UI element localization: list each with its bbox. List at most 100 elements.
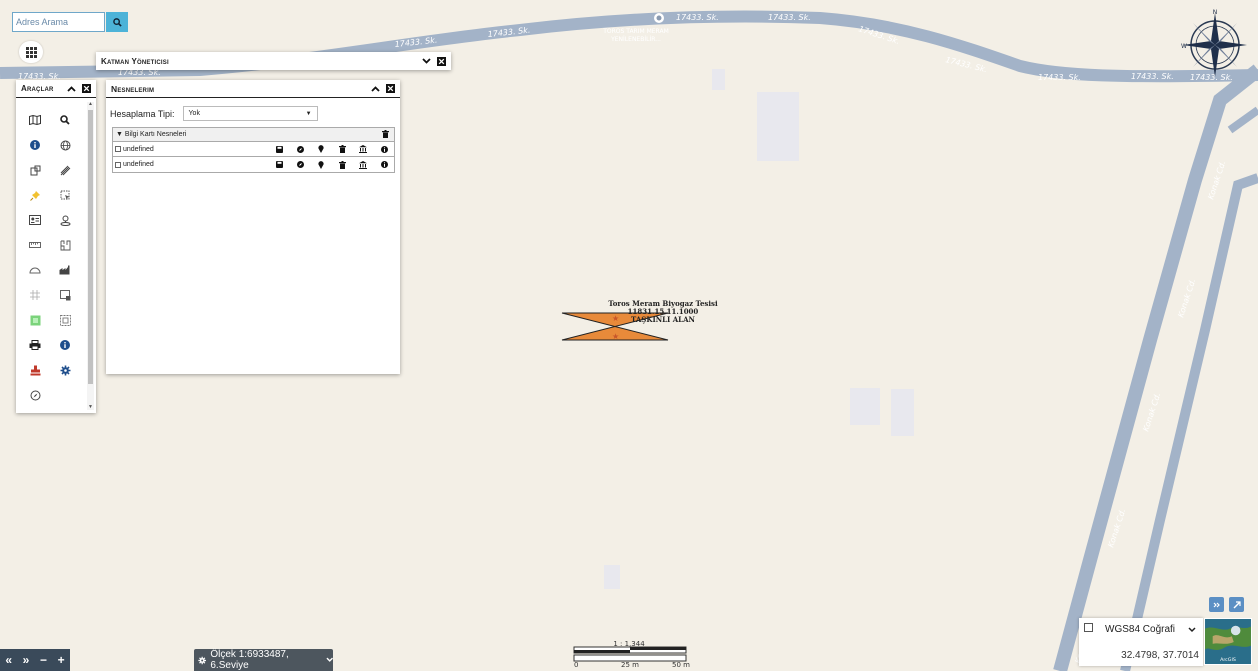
address-search-input[interactable] — [12, 12, 105, 32]
scale-25: 25 m — [621, 661, 639, 669]
cube-icon[interactable] — [24, 164, 46, 176]
chevron-down-icon[interactable] — [422, 57, 431, 66]
scale-level-text: Ölçek 1:6933487, 6.Seviye — [210, 649, 289, 671]
compass-icon[interactable] — [295, 161, 305, 169]
info-card-group-title: ▼ Bilgi Kartı Nesneleri — [116, 131, 187, 138]
nesnelerim-header[interactable]: Nesnelerim — [106, 80, 400, 98]
feature-marker-icon: ★ — [612, 332, 619, 341]
marker-icon[interactable] — [316, 145, 326, 153]
gear-icon — [198, 656, 206, 664]
scale-50: 50 m — [672, 661, 690, 669]
id-card-icon[interactable] — [24, 214, 46, 226]
location-person-icon[interactable] — [54, 214, 76, 226]
tools-title: Araçlar — [21, 84, 54, 93]
pin-icon — [1233, 600, 1241, 608]
half-circle-icon[interactable] — [24, 264, 46, 276]
pin-icon[interactable] — [24, 189, 46, 201]
info-icon[interactable] — [379, 145, 389, 153]
layer-manager-panel: Katman Yöneticisi — [96, 52, 451, 70]
floor-plan-icon[interactable] — [54, 239, 76, 251]
green-square-icon[interactable] — [24, 314, 46, 326]
close-icon[interactable] — [386, 84, 395, 93]
road-label: 17433. Sk. — [768, 13, 811, 22]
info-card-table: ▼ Bilgi Kartı Nesneleri undefined undefi… — [112, 127, 395, 173]
search-icon — [112, 17, 122, 27]
building — [604, 565, 620, 589]
info-icon[interactable] — [24, 139, 46, 151]
tools-scrollbar[interactable]: ▲ ▼ — [87, 102, 94, 410]
compass-icon[interactable] — [24, 389, 46, 401]
chevron-down-icon — [1188, 626, 1196, 632]
compass-n: N — [1213, 9, 1218, 16]
building — [757, 92, 799, 161]
table-row[interactable]: undefined — [113, 157, 394, 172]
layer-select-icon[interactable] — [54, 289, 76, 301]
coord-system-value: WGS84 Coğrafi — [1105, 624, 1176, 635]
calc-type-select[interactable]: Yok ▼ — [182, 106, 318, 121]
expand-button[interactable] — [1209, 597, 1224, 612]
compass-rose-icon[interactable]: N W — [1179, 7, 1251, 79]
building — [850, 388, 880, 425]
delete-icon[interactable] — [382, 129, 389, 140]
scroll-down-icon[interactable]: ▼ — [88, 405, 93, 410]
coord-system-select[interactable]: WGS84 Coğrafi — [1101, 621, 1199, 638]
tools-header[interactable]: Araçlar — [16, 80, 96, 98]
gear-icon[interactable] — [54, 364, 76, 376]
bank-icon[interactable] — [358, 160, 368, 169]
select-icon[interactable] — [54, 189, 76, 201]
zoom-in-icon[interactable]: + — [58, 653, 65, 667]
fullscreen-button[interactable] — [1229, 597, 1244, 612]
frame-icon[interactable] — [54, 314, 76, 326]
brush-icon[interactable] — [54, 164, 76, 176]
marker-icon[interactable] — [316, 160, 326, 169]
stamp-icon[interactable] — [24, 364, 46, 376]
building — [712, 69, 725, 90]
nesnelerim-title: Nesnelerim — [111, 83, 155, 94]
basemap-label: ArcGIS — [1220, 657, 1236, 663]
map-icon[interactable] — [24, 114, 46, 126]
close-icon[interactable] — [437, 56, 446, 66]
scroll-thumb[interactable] — [88, 110, 93, 384]
calc-type-value: Yok — [188, 110, 200, 117]
row-checkbox[interactable] — [115, 146, 121, 152]
row-label: undefined — [123, 145, 154, 153]
road-label: 17433. Sk. — [1038, 73, 1081, 82]
measure-ruler-icon[interactable] — [24, 239, 46, 251]
apps-menu-button[interactable] — [19, 41, 43, 63]
info-icon[interactable] — [379, 161, 389, 169]
compass-icon[interactable] — [295, 145, 305, 153]
chevron-up-icon[interactable] — [371, 84, 380, 93]
factory-icon[interactable] — [54, 264, 76, 276]
apps-grid-icon — [25, 46, 37, 58]
previous-extent-icon[interactable]: « — [5, 653, 12, 667]
save-icon[interactable] — [274, 145, 284, 153]
close-icon[interactable] — [82, 84, 91, 93]
bank-icon[interactable] — [358, 145, 368, 153]
search-icon[interactable] — [54, 114, 76, 126]
calc-type-label: Hesaplama Tipi: — [110, 108, 175, 119]
double-chevron-icon — [1213, 602, 1220, 607]
coord-checkbox[interactable] — [1084, 623, 1093, 632]
info-circle-icon[interactable] — [54, 339, 76, 351]
compass-w: W — [1181, 43, 1187, 50]
basemap-toggle[interactable]: ArcGIS — [1204, 618, 1252, 665]
delete-icon[interactable] — [337, 145, 347, 153]
nesnelerim-panel: Nesnelerim Hesaplama Tipi: Yok ▼ ▼ Bilgi… — [106, 80, 400, 374]
search-button[interactable] — [106, 12, 128, 32]
scale-zero: 0 — [574, 661, 578, 669]
grid-icon[interactable] — [24, 289, 46, 301]
zoom-out-icon[interactable]: − — [40, 653, 47, 667]
layer-manager-header[interactable]: Katman Yöneticisi — [96, 52, 451, 70]
next-extent-icon[interactable]: » — [23, 653, 30, 667]
row-checkbox[interactable] — [115, 161, 121, 168]
poi-label: TOROS TARIM MERAM — [602, 28, 669, 35]
globe-icon[interactable] — [54, 139, 76, 151]
scroll-up-icon[interactable]: ▲ — [88, 102, 93, 107]
chevron-up-icon[interactable] — [67, 84, 76, 93]
scale-level-dropdown[interactable]: Ölçek 1:6933487, 6.Seviye — [194, 649, 333, 671]
print-icon[interactable] — [24, 339, 46, 351]
info-card-group-header[interactable]: ▼ Bilgi Kartı Nesneleri — [113, 128, 394, 142]
delete-icon[interactable] — [337, 160, 347, 169]
save-icon[interactable] — [274, 161, 284, 169]
table-row[interactable]: undefined — [113, 142, 394, 157]
